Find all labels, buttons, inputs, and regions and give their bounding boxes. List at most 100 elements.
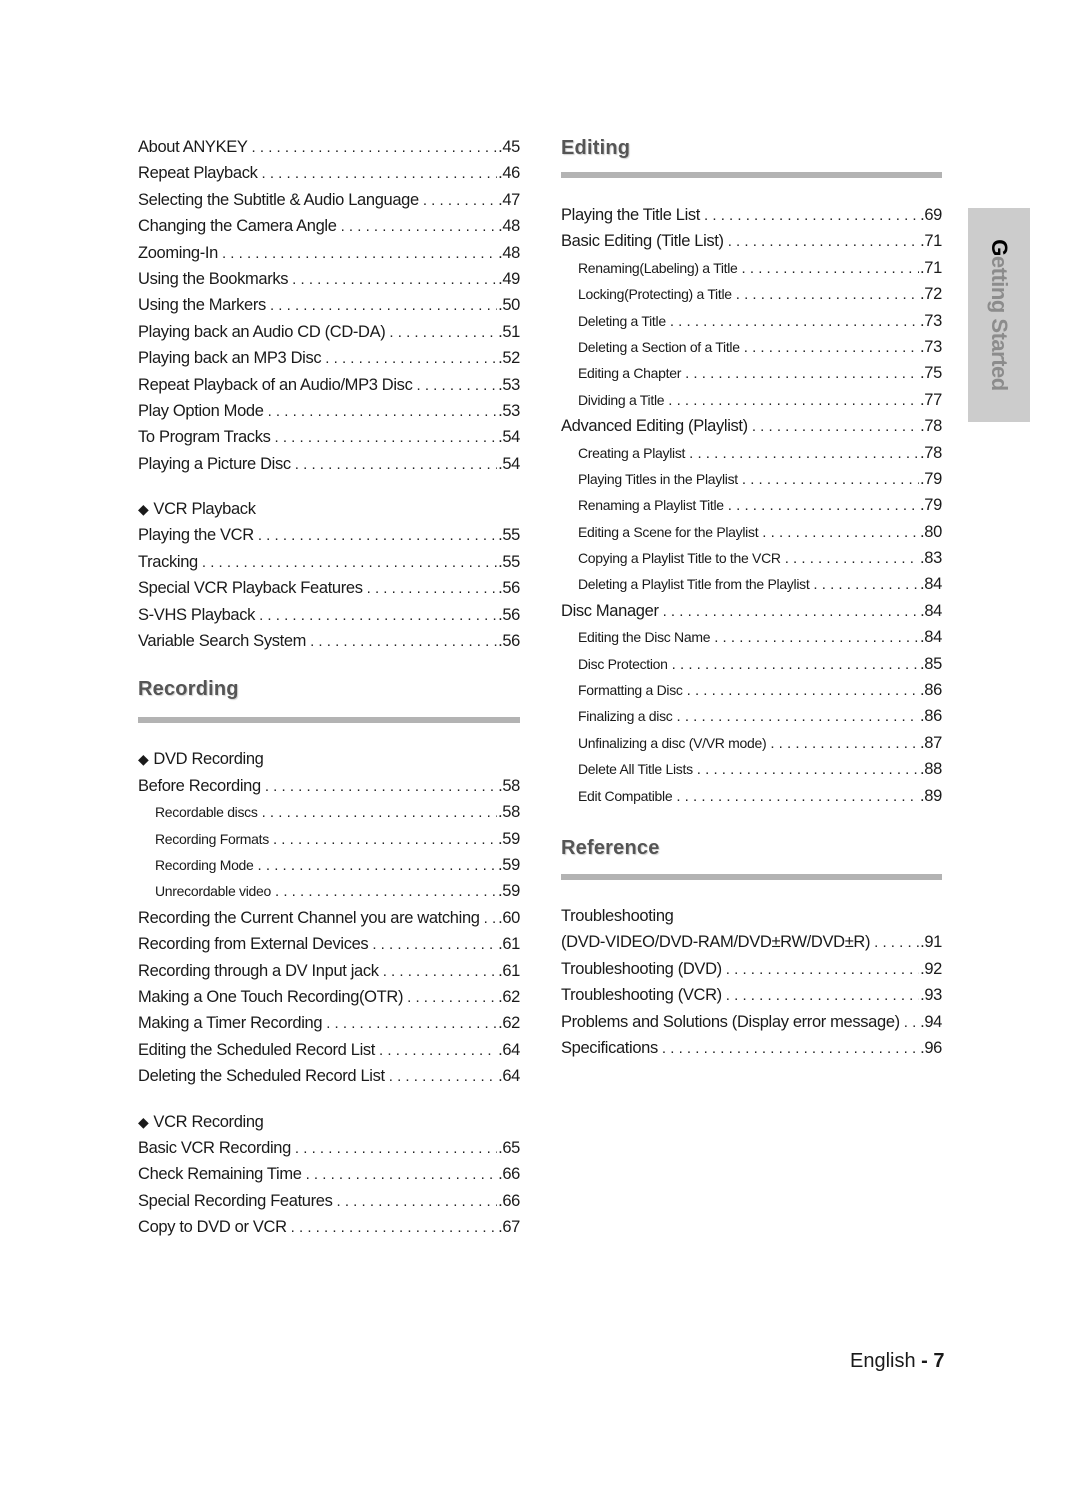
- toc-subentry[interactable]: Deleting a Section of a Title .73: [561, 334, 942, 360]
- toc-subentry[interactable]: Renaming a Playlist Title .79: [561, 492, 942, 518]
- toc-entry[interactable]: Play Option Mode .53: [138, 398, 520, 424]
- toc-subentry[interactable]: Editing a Chapter .75: [561, 360, 942, 386]
- toc-entry-page-number: .62: [498, 1014, 520, 1033]
- toc-entry-title: Recording from External Devices: [138, 935, 369, 954]
- toc-subentry[interactable]: Locking(Protecting) a Title .72: [561, 281, 942, 307]
- toc-subentry[interactable]: Recording Mode .59: [138, 852, 520, 878]
- dot-leader: [677, 704, 919, 729]
- dot-leader: [341, 214, 498, 239]
- toc-entry-page-number: .87: [919, 733, 942, 752]
- toc-entry[interactable]: Special Recording Features .66: [138, 1188, 520, 1214]
- dot-leader: [676, 784, 919, 809]
- toc-entry[interactable]: Playing the Title List .69: [561, 202, 942, 228]
- chapter-side-tab[interactable]: Getting Started: [968, 208, 1030, 422]
- toc-entry[interactable]: Playing back an Audio CD (CD-DA) .51: [138, 319, 520, 345]
- toc-entry-page-number: .80: [919, 522, 942, 541]
- toc-subentry[interactable]: Unfinalizing a disc (V/VR mode) .87: [561, 730, 942, 756]
- toc-subentry[interactable]: Copying a Playlist Title to the VCR .83: [561, 545, 942, 571]
- toc-entry[interactable]: Problems and Solutions (Display error me…: [561, 1009, 942, 1035]
- dot-leader: [728, 229, 919, 254]
- toc-entry[interactable]: Troubleshooting (DVD) .92: [561, 956, 942, 982]
- toc-entry[interactable]: Playing back an MP3 Disc .52: [138, 345, 520, 371]
- toc-subentry[interactable]: Deleting a Playlist Title from the Playl…: [561, 571, 942, 597]
- toc-entry-title: Recordable discs: [155, 804, 258, 821]
- toc-subentry[interactable]: Recording Formats .59: [138, 826, 520, 852]
- toc-entry[interactable]: Playing the VCR .55: [138, 522, 520, 548]
- toc-entry[interactable]: Recording through a DV Input jack .61: [138, 958, 520, 984]
- toc-entry[interactable]: Check Remaining Time .66: [138, 1161, 520, 1187]
- dot-leader: [259, 603, 497, 628]
- toc-subentry[interactable]: Deleting a Title .73: [561, 308, 942, 334]
- toc-entry[interactable]: Advanced Editing (Playlist) .78: [561, 413, 942, 439]
- toc-entry[interactable]: Editing the Scheduled Record List .64: [138, 1037, 520, 1063]
- toc-entry[interactable]: Before Recording .58: [138, 773, 520, 799]
- toc-entry[interactable]: Using the Markers .50: [138, 292, 520, 318]
- toc-entry[interactable]: Recording the Current Channel you are wa…: [138, 905, 520, 931]
- toc-entry-title: Variable Search System: [138, 632, 307, 651]
- toc-subentry[interactable]: Finalizing a disc .86: [561, 703, 942, 729]
- toc-subentry[interactable]: Playing Titles in the Playlist .79: [561, 466, 942, 492]
- toc-entry[interactable]: Zooming-In .48: [138, 240, 520, 266]
- toc-subentry[interactable]: Disc Protection .85: [561, 651, 942, 677]
- toc-entry[interactable]: Making a Timer Recording .62: [138, 1010, 520, 1036]
- toc-entry-troubleshooting-heading[interactable]: Troubleshooting: [561, 903, 942, 929]
- toc-entry-title: Disc Manager: [561, 601, 659, 620]
- toc-right-column: Editing Playing the Title List .69 Basic E…: [561, 134, 942, 1061]
- toc-entry[interactable]: Basic VCR Recording .65: [138, 1135, 520, 1161]
- toc-entry[interactable]: Recording from External Devices .61: [138, 931, 520, 957]
- toc-entry[interactable]: Repeat Playback .46: [138, 160, 520, 186]
- toc-entry[interactable]: S-VHS Playback .56: [138, 602, 520, 628]
- toc-entry[interactable]: Specifications .96: [561, 1035, 942, 1061]
- dot-leader: [337, 1189, 498, 1214]
- section-heading-editing: Editing: [561, 137, 631, 159]
- toc-entry-page-number: .67: [498, 1218, 520, 1237]
- toc-entry[interactable]: Making a One Touch Recording(OTR) .62: [138, 984, 520, 1010]
- toc-subentry[interactable]: Renaming(Labeling) a Title .71: [561, 255, 942, 281]
- toc-subentry[interactable]: Formatting a Disc .86: [561, 677, 942, 703]
- toc-entry-page-number: .48: [498, 243, 520, 262]
- toc-entry[interactable]: Selecting the Subtitle & Audio Language.…: [138, 187, 520, 213]
- footer-language: English: [850, 1350, 916, 1372]
- toc-entry-page-number: .93: [920, 986, 942, 1005]
- toc-entry[interactable]: To Program Tracks .54: [138, 424, 520, 450]
- toc-entry[interactable]: Playing a Picture Disc .54: [138, 451, 520, 477]
- toc-entry[interactable]: Using the Bookmarks .49: [138, 266, 520, 292]
- toc-entry[interactable]: Changing the Camera Angle .48: [138, 213, 520, 239]
- toc-subentry[interactable]: Delete All Title Lists .88: [561, 756, 942, 782]
- dot-leader: [258, 523, 497, 548]
- toc-entry[interactable]: Variable Search System .56: [138, 628, 520, 654]
- toc-subentry[interactable]: Creating a Playlist .78: [561, 440, 942, 466]
- toc-entry[interactable]: Copy to DVD or VCR .67: [138, 1214, 520, 1240]
- toc-entry[interactable]: Special VCR Playback Features .56: [138, 575, 520, 601]
- toc-subentry[interactable]: Edit Compatible .89: [561, 783, 942, 809]
- toc-entry-page-number: .84: [919, 575, 942, 594]
- toc-entry[interactable]: Deleting the Scheduled Record List .64: [138, 1063, 520, 1089]
- toc-entry-title: S-VHS Playback: [138, 605, 256, 624]
- toc-subentry[interactable]: Editing a Scene for the Playlist .80: [561, 519, 942, 545]
- toc-entry-title: Problems and Solutions (Display error me…: [561, 1012, 900, 1031]
- toc-entry[interactable]: About ANYKEY .45: [138, 134, 520, 160]
- toc-entry-page-number: .78: [919, 443, 942, 462]
- toc-entry[interactable]: (DVD-VIDEO/DVD-RAM/DVD±RW/DVD±R) .91: [561, 929, 942, 955]
- toc-entry[interactable]: Tracking .55: [138, 549, 520, 575]
- toc-subentry[interactable]: Recordable discs .58: [138, 799, 520, 825]
- toc-entry[interactable]: Repeat Playback of an Audio/MP3 Disc .53: [138, 372, 520, 398]
- toc-entry-page-number: .54: [498, 428, 520, 447]
- toc-entry-page-number: .53: [498, 375, 520, 394]
- toc-entry-title: (DVD-VIDEO/DVD-RAM/DVD±RW/DVD±R): [561, 933, 871, 952]
- page-number: 7: [933, 1350, 945, 1372]
- toc-entry[interactable]: Basic Editing (Title List) .71: [561, 228, 942, 254]
- chapter-tab-initial: G: [987, 239, 1012, 256]
- toc-entry-page-number: .64: [498, 1067, 520, 1086]
- toc-entry-title: Delete All Title Lists: [578, 761, 693, 778]
- diamond-bullet-icon: ◆: [138, 1113, 149, 1130]
- toc-entry-page-number: .65: [498, 1138, 520, 1157]
- toc-entry-page-number: .52: [498, 349, 520, 368]
- toc-subentry[interactable]: Dividing a Title .77: [561, 387, 942, 413]
- toc-entry[interactable]: Troubleshooting (VCR) .93: [561, 982, 942, 1008]
- toc-entry[interactable]: Disc Manager .84: [561, 598, 942, 624]
- toc-subentry[interactable]: Editing the Disc Name .84: [561, 624, 942, 650]
- toc-subentry[interactable]: Unrecordable video .59: [138, 878, 520, 904]
- dot-leader: [292, 267, 497, 292]
- toc-entry-page-number: .86: [919, 681, 942, 700]
